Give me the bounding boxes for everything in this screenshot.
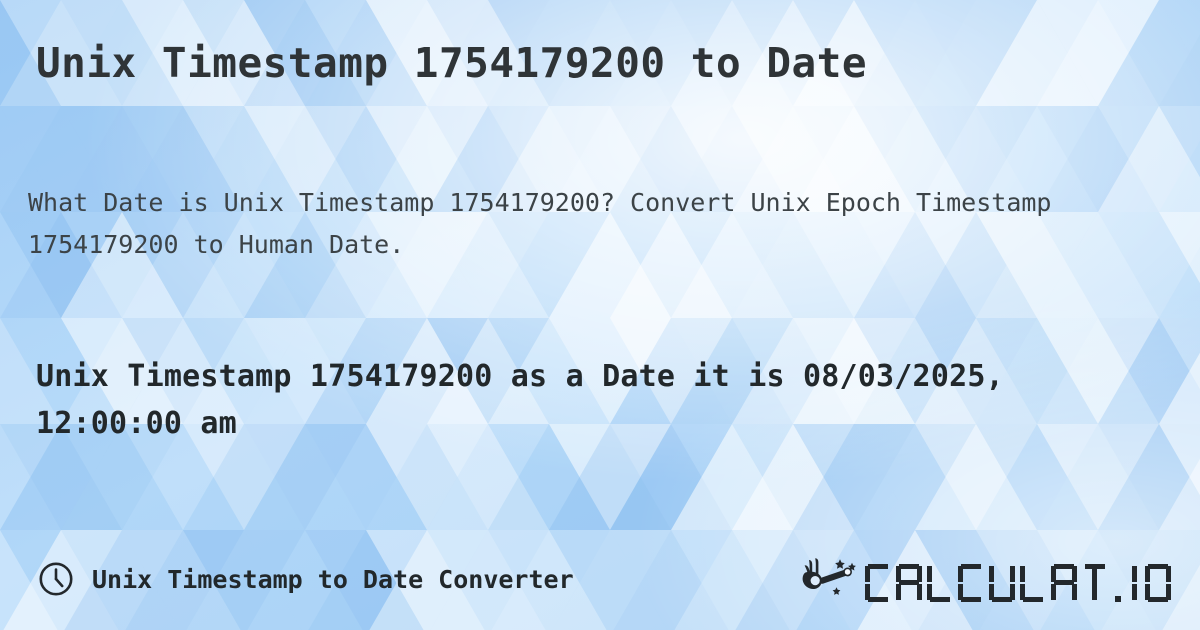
brand-letter-a-1 [896,564,922,602]
brand-letter-o [1145,564,1171,602]
footer-tool-label: Unix Timestamp to Date Converter [92,564,574,594]
clock-icon [39,562,73,596]
brand-letter-a-2 [1051,564,1077,602]
footer: Unix Timestamp to Date Converter [0,548,1200,610]
brand-letter-t [1082,564,1108,602]
brand-logo[interactable] [799,548,1176,610]
hand-magic-wand-icon [802,558,856,595]
brand-letter-c-1 [865,564,891,602]
brand-letter-c-2 [958,564,984,602]
brand-wordmark [865,556,1176,602]
footer-tool-label-group: Unix Timestamp to Date Converter [38,548,574,610]
brand-letter-dot [1113,564,1124,602]
og-image-card: Unix Timestamp 1754179200 to Date What D… [0,0,1200,630]
page-title: Unix Timestamp 1754179200 to Date [36,39,868,87]
brand-letter-l-1 [927,564,953,602]
brand-letter-u [989,564,1015,602]
brand-letter-i [1129,564,1140,602]
conversion-result: Unix Timestamp 1754179200 as a Date it i… [36,359,1004,441]
page-description: What Date is Unix Timestamp 1754179200? … [28,188,1052,259]
brand-letter-l-2 [1020,564,1046,602]
